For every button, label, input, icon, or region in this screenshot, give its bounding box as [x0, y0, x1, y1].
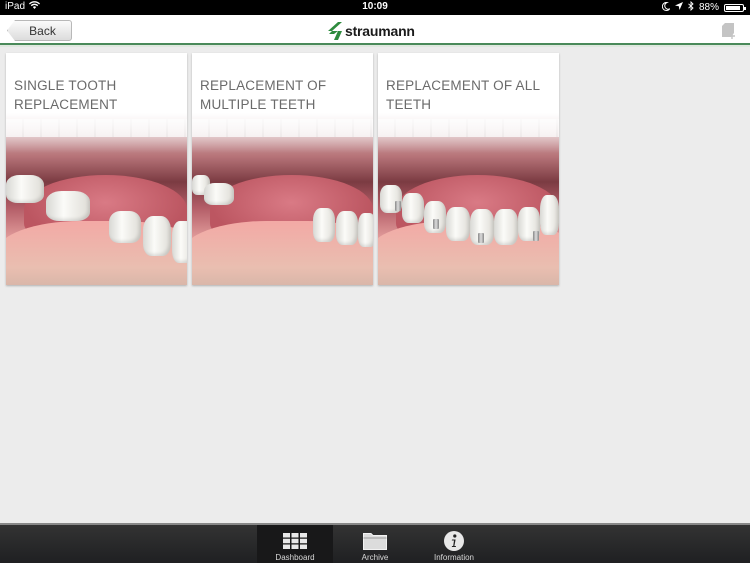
tab-archive[interactable]: Archive	[337, 525, 413, 563]
battery-percent: 88%	[698, 2, 719, 13]
card-title: SINGLE TOOTH REPLACEMENT	[14, 78, 118, 112]
folder-icon	[363, 531, 387, 551]
tab-dashboard[interactable]: Dashboard	[257, 525, 333, 563]
straumann-logo: straumann	[328, 22, 415, 40]
tab-label: Dashboard	[275, 553, 315, 562]
tab-label: Archive	[361, 553, 389, 562]
bluetooth-icon	[688, 0, 694, 14]
battery-icon	[724, 3, 746, 12]
app-header: Back straumann	[0, 15, 750, 47]
tab-information[interactable]: Information	[416, 525, 492, 563]
multiple-teeth-gap-image	[192, 113, 373, 285]
info-icon	[444, 531, 464, 551]
treatment-cards: SINGLE TOOTH REPLACEMENT REPLACEMENT OF …	[6, 53, 559, 285]
status-bar: iPad 10:09 88%	[0, 0, 750, 15]
card-replacement-of-all-teeth[interactable]: REPLACEMENT OF ALL TEETH	[378, 53, 559, 285]
back-button[interactable]: Back	[7, 20, 72, 41]
status-time: 10:09	[362, 1, 388, 12]
logo-text: straumann	[345, 23, 415, 39]
card-single-tooth-replacement[interactable]: SINGLE TOOTH REPLACEMENT	[6, 53, 187, 285]
card-replacement-of-multiple-teeth[interactable]: REPLACEMENT OF MULTIPLE TEETH	[192, 53, 373, 285]
location-arrow-icon	[674, 2, 683, 13]
straumann-logo-mark-icon	[328, 22, 342, 40]
single-tooth-gap-image	[6, 113, 187, 285]
note-add-icon[interactable]	[722, 23, 736, 39]
full-arch-implants-image	[378, 113, 559, 285]
card-title: REPLACEMENT OF MULTIPLE TEETH	[200, 78, 327, 112]
grid-icon	[283, 531, 307, 551]
card-title: REPLACEMENT OF ALL TEETH	[386, 78, 540, 112]
moon-icon	[661, 1, 672, 14]
tab-label: Information	[433, 553, 475, 562]
bottom-tab-bar: Dashboard Archive Information	[0, 523, 750, 563]
